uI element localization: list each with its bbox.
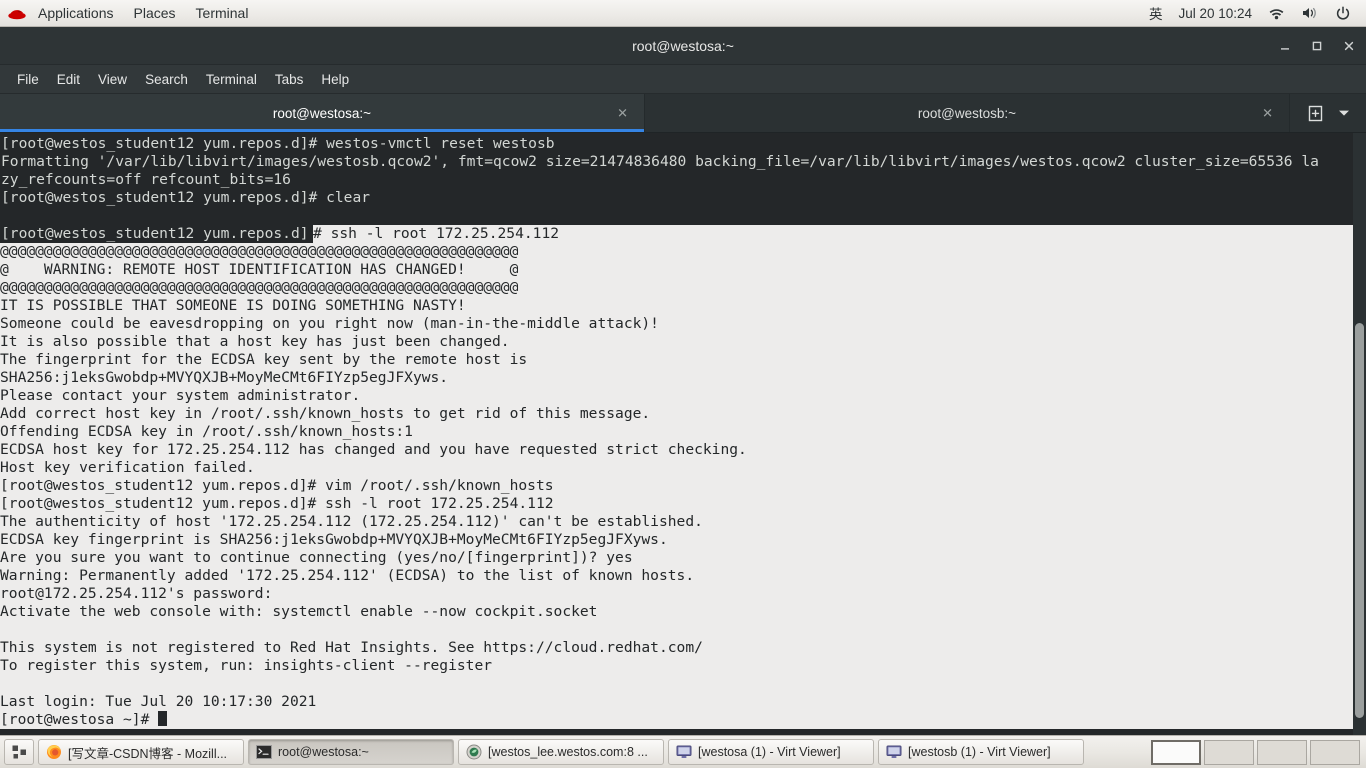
terminal-line: @@@@@@@@@@@@@@@@@@@@@@@@@@@@@@@@@@@@@@@@…	[0, 243, 519, 260]
virt-viewer-icon	[886, 744, 902, 760]
taskbar-item-label: [westosb (1) - Virt Viewer]	[908, 745, 1051, 759]
clock[interactable]: Jul 20 10:24	[1171, 4, 1259, 23]
virt-viewer-icon	[676, 744, 692, 760]
volume-icon[interactable]	[1294, 4, 1326, 22]
terminal-line: Warning: Permanently added '172.25.254.1…	[0, 567, 695, 584]
close-icon[interactable]	[1340, 37, 1358, 55]
taskbar-item-virt-manager[interactable]: [westos_lee.westos.com:8 ...	[458, 739, 664, 765]
firefox-icon	[46, 744, 62, 760]
menu-edit[interactable]: Edit	[48, 69, 89, 90]
tab-root-westosa[interactable]: root@westosa:~ ✕	[0, 94, 645, 132]
taskbar-item-virt-viewer-westosa[interactable]: [westosa (1) - Virt Viewer]	[668, 739, 874, 765]
terminal-line: IT IS POSSIBLE THAT SOMEONE IS DOING SOM…	[0, 297, 466, 314]
terminal-line: ECDSA host key for 172.25.254.112 has ch…	[0, 441, 747, 458]
terminal-line: [root@westos_student12 yum.repos.d]# ssh…	[0, 495, 554, 512]
tab-bar: root@westosa:~ ✕ root@westosb:~ ✕	[0, 94, 1366, 133]
terminal-line: The authenticity of host '172.25.254.112…	[0, 513, 703, 530]
menu-search[interactable]: Search	[136, 69, 197, 90]
tab-label: root@westosb:~	[917, 105, 1017, 121]
terminal-scrollbar[interactable]	[1353, 133, 1366, 735]
terminal-line: Activate the web console with: systemctl…	[0, 603, 598, 620]
panel-menu-terminal[interactable]: Terminal	[187, 3, 258, 23]
terminal-line: Are you sure you want to continue connec…	[0, 549, 633, 566]
taskbar-item-label: root@westosa:~	[278, 745, 369, 759]
taskbar: [写文章-CSDN博客 - Mozill... root@westosa:~ […	[0, 735, 1366, 768]
taskbar-item-terminal[interactable]: root@westosa:~	[248, 739, 454, 765]
window-titlebar[interactable]: root@westosa:~	[0, 27, 1366, 65]
terminal-line: The fingerprint for the ECDSA key sent b…	[0, 351, 528, 368]
terminal-line: Formatting '/var/lib/libvirt/images/west…	[1, 153, 1319, 170]
terminal-line: Someone could be eavesdropping on you ri…	[0, 315, 659, 332]
tab-root-westosb[interactable]: root@westosb:~ ✕	[645, 94, 1290, 132]
terminal-cursor	[158, 711, 168, 726]
terminal-window: root@westosa:~ File Edit View Search Ter…	[0, 27, 1366, 735]
terminal-line: [root@westos_student12 yum.repos.d]# wes…	[1, 135, 555, 152]
menu-tabs[interactable]: Tabs	[266, 69, 313, 90]
terminal-line: zy_refcounts=off refcount_bits=16	[1, 171, 291, 188]
wifi-icon[interactable]	[1261, 5, 1292, 22]
taskbar-item-firefox[interactable]: [写文章-CSDN博客 - Mozill...	[38, 739, 244, 765]
panel-menu-places[interactable]: Places	[125, 3, 185, 23]
taskbar-item-label: [westos_lee.westos.com:8 ...	[488, 745, 648, 759]
terminal-line: Please contact your system administrator…	[0, 387, 361, 404]
top-panel: Applications Places Terminal 英 Jul 20 10…	[0, 0, 1366, 27]
workspace-4[interactable]	[1310, 739, 1360, 765]
show-desktop-icon[interactable]	[4, 739, 34, 765]
terminal-line: ECDSA key fingerprint is SHA256:j1eksGwo…	[0, 531, 668, 548]
taskbar-item-virt-viewer-westosb[interactable]: [westosb (1) - Virt Viewer]	[878, 739, 1084, 765]
tab-actions	[1290, 94, 1366, 132]
terminal-line: [root@westosa ~]#	[0, 711, 747, 729]
terminal-output-area[interactable]: [root@westos_student12 yum.repos.d]# wes…	[0, 133, 1366, 735]
workspace-1[interactable]	[1151, 739, 1201, 765]
menu-terminal[interactable]: Terminal	[197, 69, 266, 90]
terminal-line: [root@westos_student12 yum.repos.d]# vim…	[0, 477, 554, 494]
maximize-icon[interactable]	[1308, 37, 1326, 55]
taskbar-item-label: [westosa (1) - Virt Viewer]	[698, 745, 841, 759]
terminal-icon	[256, 744, 272, 760]
terminal-line: Offending ECDSA key in /root/.ssh/known_…	[0, 423, 413, 440]
tab-label: root@westosa:~	[272, 105, 372, 121]
terminal-line: @@@@@@@@@@@@@@@@@@@@@@@@@@@@@@@@@@@@@@@@…	[0, 279, 519, 296]
taskbar-item-label: [写文章-CSDN博客 - Mozill...	[68, 746, 228, 761]
terminal-line: [root@westos_student12 yum.repos.d]# cle…	[1, 189, 371, 206]
terminal-text-selected: # ssh -l root 172.25.254.112 @@@@@@@@@@@@…	[0, 225, 747, 729]
terminal-line: @ WARNING: REMOTE HOST IDENTIFICATION HA…	[0, 261, 519, 278]
close-icon[interactable]: ✕	[617, 107, 628, 120]
terminal-line: SHA256:j1eksGwobdp+MVYQXJB+MoyMeCMt6FIYz…	[0, 369, 449, 386]
terminal-line: Add correct host key in /root/.ssh/known…	[0, 405, 651, 422]
menu-file[interactable]: File	[8, 69, 48, 90]
menu-bar: File Edit View Search Terminal Tabs Help	[0, 65, 1366, 94]
input-method-indicator[interactable]: 英	[1142, 1, 1170, 25]
window-title: root@westosa:~	[632, 37, 734, 54]
workspace-switcher	[1151, 739, 1362, 765]
window-controls	[1276, 27, 1358, 64]
menu-view[interactable]: View	[89, 69, 136, 90]
terminal-line: This system is not registered to Red Hat…	[0, 639, 703, 656]
panel-menu-applications[interactable]: Applications	[29, 3, 123, 23]
terminal-line: root@172.25.254.112's password:	[0, 585, 273, 602]
new-tab-icon[interactable]	[1307, 105, 1324, 122]
terminal-line: Last login: Tue Jul 20 10:17:30 2021	[0, 693, 317, 710]
workspace-2[interactable]	[1204, 739, 1254, 765]
minimize-icon[interactable]	[1276, 37, 1294, 55]
scrollbar-thumb[interactable]	[1355, 323, 1364, 718]
close-icon[interactable]: ✕	[1262, 107, 1273, 120]
menu-help[interactable]: Help	[312, 69, 358, 90]
terminal-selection-block[interactable]: # ssh -l root 172.25.254.112 @@@@@@@@@@@@…	[0, 225, 1353, 729]
terminal-line: It is also possible that a host key has …	[0, 333, 510, 350]
power-icon[interactable]	[1328, 4, 1358, 23]
terminal-line: To register this system, run: insights-c…	[0, 657, 493, 674]
chevron-down-icon[interactable]	[1338, 109, 1350, 117]
panel-status-area: 英 Jul 20 10:24	[1142, 1, 1366, 25]
workspace-3[interactable]	[1257, 739, 1307, 765]
redhat-logo-icon[interactable]	[7, 5, 27, 21]
virt-manager-icon	[466, 744, 482, 760]
terminal-line: Host key verification failed.	[0, 459, 255, 476]
